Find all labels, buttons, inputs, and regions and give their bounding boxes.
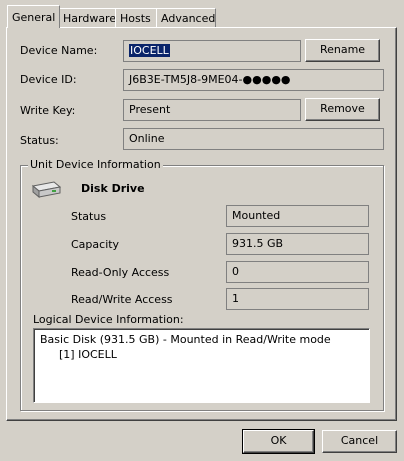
write-key-field: Present: [123, 99, 301, 121]
tab-hosts[interactable]: Hosts: [115, 8, 157, 27]
capacity-row-label: Capacity: [71, 238, 120, 251]
list-item[interactable]: Basic Disk (931.5 GB) - Mounted in Read/…: [40, 333, 331, 347]
status-field: Online: [123, 128, 384, 150]
device-name-field[interactable]: IOCELL: [123, 40, 301, 62]
ok-button[interactable]: OK: [242, 429, 315, 454]
read-write-row-value: 1: [226, 288, 369, 310]
read-only-row-label: Read-Only Access: [71, 266, 170, 279]
device-id-field: J6B3E-TM5J8-9ME04-●●●●●: [123, 69, 384, 91]
unit-device-group-title: Unit Device Information: [28, 158, 163, 172]
tab-hardware[interactable]: Hardware: [58, 8, 116, 27]
device-id-label: Device ID:: [20, 73, 77, 86]
device-name-label: Device Name:: [20, 44, 98, 57]
remove-button[interactable]: Remove: [305, 98, 380, 121]
tab-advanced[interactable]: Advanced: [156, 8, 216, 27]
list-item[interactable]: [1] IOCELL: [59, 348, 117, 362]
device-type-heading: Disk Drive: [81, 182, 145, 195]
write-key-label: Write Key:: [20, 104, 76, 117]
status-row-label: Status: [71, 210, 107, 223]
read-only-row-value: 0: [226, 261, 369, 283]
disk-drive-icon: [30, 180, 62, 200]
logical-device-list[interactable]: Basic Disk (931.5 GB) - Mounted in Read/…: [33, 328, 370, 403]
status-label: Status:: [20, 134, 59, 147]
read-write-row-label: Read/Write Access: [71, 293, 173, 306]
rename-button[interactable]: Rename: [305, 39, 380, 62]
tab-general[interactable]: General: [7, 5, 60, 28]
logical-device-label: Logical Device Information:: [33, 313, 184, 326]
status-row-value: Mounted: [226, 205, 369, 227]
cancel-button[interactable]: Cancel: [322, 430, 397, 453]
device-name-value: IOCELL: [129, 44, 170, 57]
capacity-row-value: 931.5 GB: [226, 233, 369, 255]
